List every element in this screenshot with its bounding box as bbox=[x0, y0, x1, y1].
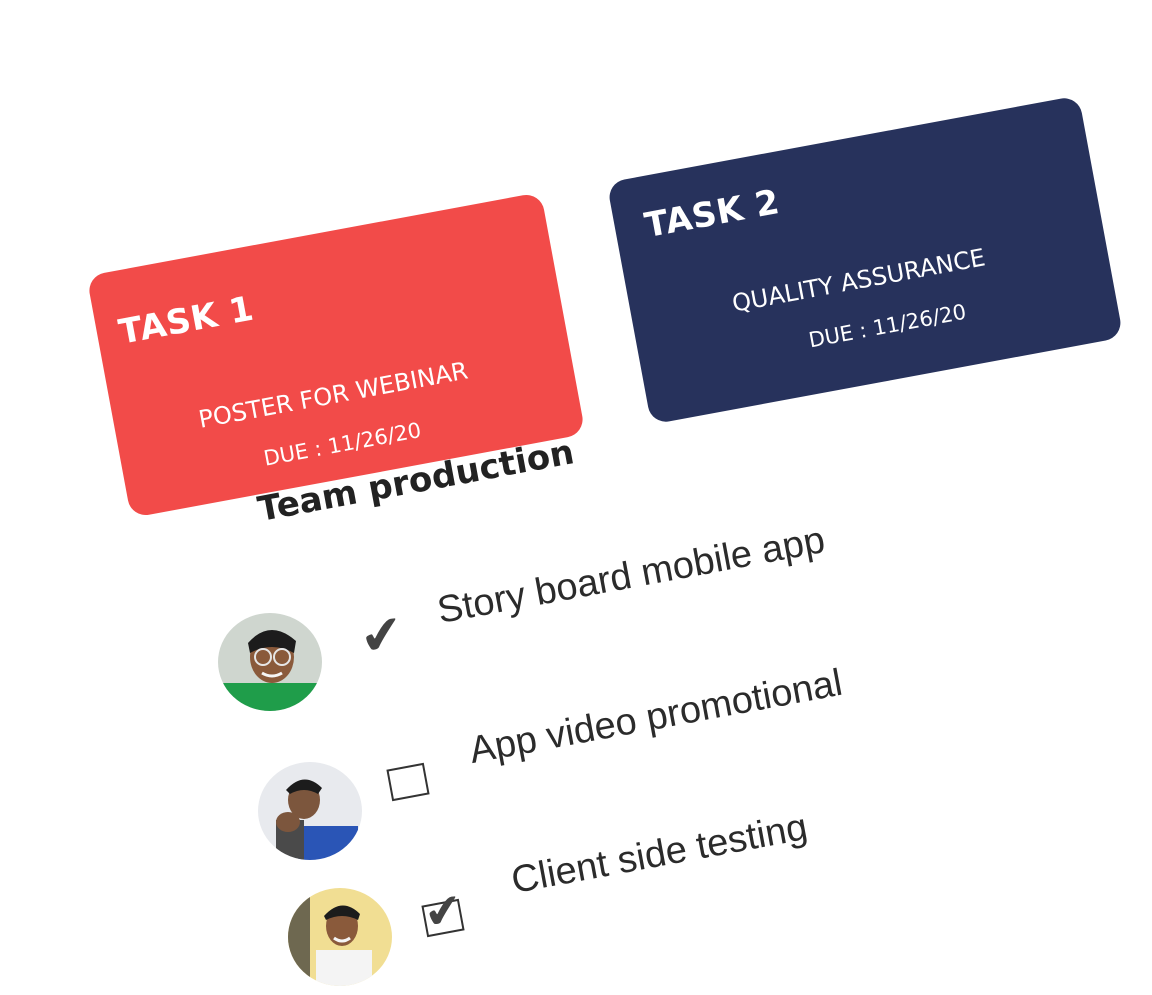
empty-checkbox-icon[interactable] bbox=[386, 762, 430, 802]
avatar bbox=[258, 762, 362, 860]
team-production-heading: Team production bbox=[254, 432, 578, 530]
task-label: Story board mobile app bbox=[434, 519, 829, 633]
task-label: Client side testing bbox=[508, 806, 811, 903]
task-board: TASK 1 POSTER FOR WEBINAR DUE : 11/26/20… bbox=[0, 0, 1152, 995]
checkmark-icon[interactable]: ✔ bbox=[356, 603, 408, 668]
task-label: App video promotional bbox=[466, 661, 846, 773]
avatar bbox=[288, 888, 392, 986]
checked-checkbox-icon[interactable]: ✔ bbox=[420, 882, 466, 941]
avatar bbox=[218, 613, 322, 711]
team-production-list: Team production ✔ Story board mobile app bbox=[0, 0, 1152, 995]
